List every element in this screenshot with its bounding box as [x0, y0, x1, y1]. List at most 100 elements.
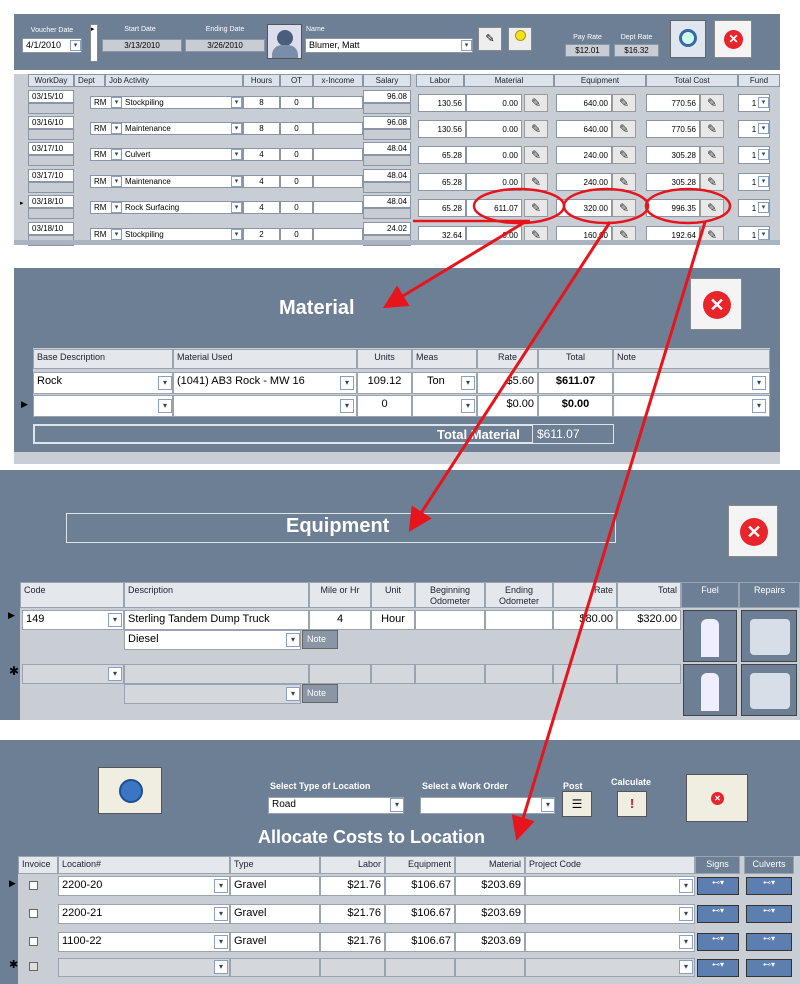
edit-material-pencil-icon[interactable]: ✎ — [524, 94, 548, 112]
work-order-select[interactable] — [420, 797, 555, 814]
invoice-checkbox[interactable] — [29, 881, 38, 890]
edit-equipment-pencil-icon[interactable]: ✎ — [612, 199, 636, 217]
row-hours[interactable]: 8 — [243, 122, 280, 135]
new-desc-field[interactable] — [124, 664, 309, 684]
fund-dropdown[interactable]: ▾ — [758, 97, 769, 108]
edit-equipment-pencil-icon[interactable]: ✎ — [612, 120, 636, 138]
edit-material-pencil-icon[interactable]: ✎ — [524, 173, 548, 191]
row-hours[interactable]: 4 — [243, 201, 280, 214]
mat-note-dropdown[interactable]: ▾ — [752, 399, 766, 413]
row-hours[interactable]: 4 — [243, 148, 280, 161]
alloc-location-dropdown[interactable]: ▾ — [214, 879, 228, 893]
signs-button[interactable]: ⊷▾ — [697, 933, 739, 951]
row-workday[interactable]: 03/16/10 — [28, 116, 74, 129]
row-activity[interactable]: Culvert — [121, 148, 243, 161]
row-xincome[interactable] — [313, 96, 363, 109]
mat-used[interactable] — [173, 395, 357, 417]
eq-row-selector[interactable]: ▶ — [8, 610, 20, 630]
row-ot[interactable]: 0 — [280, 148, 313, 161]
fund-dropdown[interactable]: ▾ — [758, 202, 769, 213]
location-type-select[interactable]: Road — [268, 797, 404, 814]
row-activity[interactable]: Maintenance — [121, 175, 243, 188]
new-fuel-field[interactable] — [124, 684, 301, 704]
eq-miles-field[interactable]: 4 — [309, 610, 371, 630]
work-order-dropdown[interactable]: ▾ — [541, 798, 555, 812]
culverts-button[interactable]: ⊷▾ — [746, 905, 792, 923]
row-workday[interactable]: 03/17/10 — [28, 169, 74, 182]
alloc-project-code[interactable] — [525, 876, 695, 896]
row-hours[interactable]: 4 — [243, 175, 280, 188]
close-allocate-button[interactable]: ✕ — [686, 774, 748, 822]
name-dropdown[interactable]: ▾ — [461, 40, 472, 51]
row-workday[interactable]: 03/17/10 — [28, 142, 74, 155]
mat-rate[interactable]: $5.60 — [477, 372, 538, 394]
row-activity[interactable]: Rock Surfacing — [121, 201, 243, 214]
mat-base[interactable] — [33, 395, 173, 417]
new-fuel-dropdown[interactable]: ▾ — [286, 687, 300, 701]
edit-total-pencil-icon[interactable]: ✎ — [700, 173, 724, 191]
eq-note-button[interactable]: Note — [302, 630, 338, 649]
edit-employee-button[interactable]: ✎ — [478, 27, 502, 51]
close-timesheet-button[interactable]: ✕ — [714, 20, 752, 58]
new-note-button[interactable]: Note — [302, 684, 338, 703]
eq-rate-field[interactable]: $80.00 — [553, 610, 617, 630]
mat-rate[interactable]: $0.00 — [477, 395, 538, 417]
name-field[interactable]: Blumer, Matt — [305, 38, 473, 53]
mat-units[interactable]: 0 — [357, 395, 412, 417]
mat-base[interactable]: Rock — [33, 372, 173, 394]
smiley-button[interactable] — [508, 27, 532, 51]
fuel-button[interactable] — [683, 610, 737, 662]
search-button[interactable] — [670, 20, 706, 58]
edit-total-pencil-icon[interactable]: ✎ — [700, 120, 724, 138]
globe-button[interactable] — [98, 767, 162, 814]
new-project-dropdown[interactable]: ▾ — [679, 960, 693, 974]
row-ot[interactable]: 0 — [280, 175, 313, 188]
fund-dropdown[interactable]: ▾ — [758, 229, 769, 240]
alloc-location[interactable]: 2200-21 — [58, 904, 230, 924]
record-arrow[interactable]: ▸ — [90, 24, 98, 62]
row-activity[interactable]: Maintenance — [121, 122, 243, 135]
mat-used[interactable]: (1041) AB3 Rock - MW 16 — [173, 372, 357, 394]
new-fuel-button[interactable] — [683, 664, 737, 716]
mat-meas-dropdown[interactable]: ▾ — [461, 376, 475, 390]
edit-material-pencil-icon[interactable]: ✎ — [524, 199, 548, 217]
culverts-button[interactable]: ⊷▾ — [746, 877, 792, 895]
new-code-dropdown[interactable]: ▾ — [108, 667, 122, 681]
new-end-field[interactable] — [485, 664, 553, 684]
mat-note[interactable] — [613, 372, 770, 394]
row-ot[interactable]: 0 — [280, 201, 313, 214]
new-invoice-checkbox[interactable] — [29, 962, 38, 971]
alloc-project-dropdown[interactable]: ▾ — [679, 935, 693, 949]
activity-dropdown[interactable]: ▾ — [231, 176, 242, 187]
grid-scroll-strip[interactable] — [14, 240, 780, 245]
new-unit-field[interactable] — [371, 664, 415, 684]
invoice-checkbox[interactable] — [29, 909, 38, 918]
alloc-location[interactable]: 1100-22 — [58, 932, 230, 952]
mat-units[interactable]: 109.12 — [357, 372, 412, 394]
signs-button[interactable]: ⊷▾ — [697, 905, 739, 923]
row-ot[interactable]: 0 — [280, 122, 313, 135]
culverts-button[interactable]: ⊷▾ — [746, 933, 792, 951]
activity-dropdown[interactable]: ▾ — [231, 123, 242, 134]
row-workday[interactable]: 03/18/10 — [28, 222, 74, 235]
fund-dropdown[interactable]: ▾ — [758, 149, 769, 160]
mat-meas-dropdown[interactable]: ▾ — [461, 399, 475, 413]
voucher-date-dropdown[interactable]: ▾ — [70, 40, 81, 51]
row-xincome[interactable] — [313, 175, 363, 188]
mat-base-dropdown[interactable]: ▾ — [158, 399, 172, 413]
alloc-project-dropdown[interactable]: ▾ — [679, 907, 693, 921]
edit-total-pencil-icon[interactable]: ✎ — [700, 146, 724, 164]
alloc-location-dropdown[interactable]: ▾ — [214, 907, 228, 921]
fund-dropdown[interactable]: ▾ — [758, 176, 769, 187]
new-miles-field[interactable] — [309, 664, 371, 684]
close-equipment-button[interactable]: ✕ — [728, 505, 778, 557]
alloc-project-code[interactable] — [525, 904, 695, 924]
alloc-project-dropdown[interactable]: ▾ — [679, 879, 693, 893]
activity-dropdown[interactable]: ▾ — [231, 97, 242, 108]
invoice-checkbox[interactable] — [29, 937, 38, 946]
fund-dropdown[interactable]: ▾ — [758, 123, 769, 134]
eq-end-odo-field[interactable] — [485, 610, 553, 630]
eq-fuel-type-field[interactable]: Diesel — [124, 630, 301, 650]
mat-note[interactable] — [613, 395, 770, 417]
row-activity[interactable]: Stockpiling — [121, 96, 243, 109]
